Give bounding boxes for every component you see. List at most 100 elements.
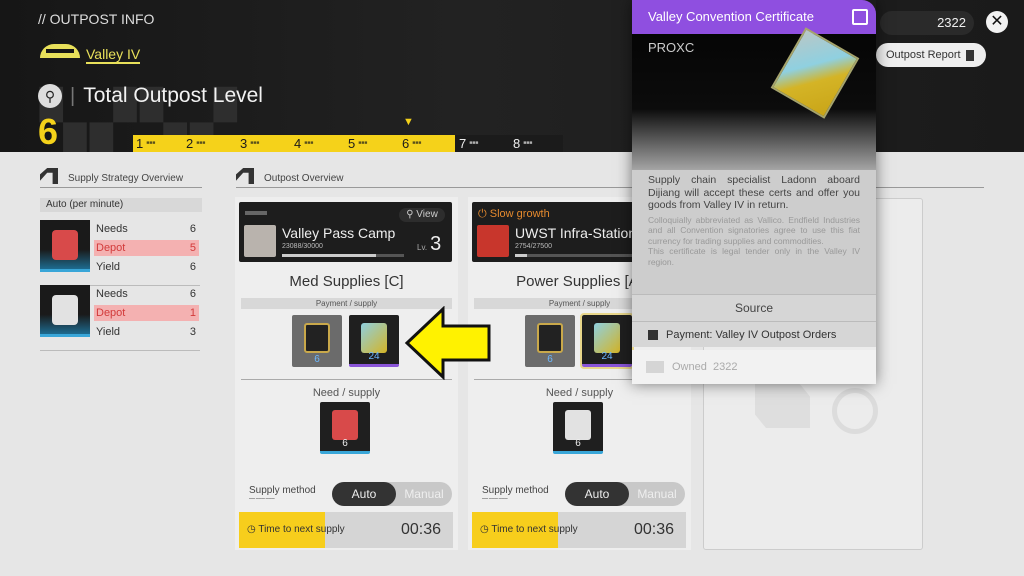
item-tooltip: Valley Convention Certificate PROXC Supp… bbox=[632, 0, 876, 384]
outpost-report-button[interactable]: Outpost Report bbox=[876, 43, 986, 67]
needs-label: Needs bbox=[96, 288, 128, 300]
need-item-qty: 6 bbox=[575, 438, 581, 449]
document-icon bbox=[965, 49, 974, 61]
level-value: 3 bbox=[430, 233, 442, 255]
auto-option[interactable]: Auto bbox=[565, 482, 629, 506]
timer-value: 00:36 bbox=[633, 521, 674, 538]
level-tick-8: 8 ■■■ bbox=[513, 136, 533, 151]
needs-label: Needs bbox=[96, 223, 128, 235]
current-level: 6 bbox=[38, 111, 59, 152]
needs-row: Needs 6 bbox=[94, 221, 199, 237]
certificate-item[interactable]: 24 bbox=[349, 315, 399, 367]
level-tick-label: 7 bbox=[459, 136, 467, 151]
supply-item-icon bbox=[52, 230, 78, 260]
supply-timer: ◷ Time to next supply 00:36 bbox=[472, 512, 686, 548]
level-tick-3: 3 ■■■ bbox=[240, 136, 260, 151]
supply-method-toggle[interactable]: Auto Manual bbox=[332, 482, 452, 506]
payment-icon bbox=[648, 330, 658, 341]
owned-label: Owned bbox=[672, 361, 707, 373]
need-item-icon bbox=[565, 410, 591, 440]
level-progress-bar: 1 ■■■ 2 ■■■ 3 ■■■ 4 ■■■ 5 ■■■ 6 ■■■ 7 ■■■ 8 ■■■ bbox=[133, 135, 563, 152]
timer-value: 00:36 bbox=[400, 521, 441, 538]
strategy-item[interactable]: Needs 6 Depot 1 Yield 3 bbox=[40, 285, 202, 351]
supply-strategy-header: Supply Strategy Overview bbox=[40, 168, 202, 188]
supply-method-toggle[interactable]: Auto Manual bbox=[565, 482, 685, 506]
level-tick-label: 1 bbox=[136, 136, 144, 151]
certificate-qty: 24 bbox=[601, 351, 613, 362]
view-button[interactable]: ⚲ View bbox=[399, 208, 445, 222]
need-label: Need / supply bbox=[545, 387, 614, 399]
supply-item-image bbox=[40, 285, 90, 337]
level-label: Lv. bbox=[417, 243, 428, 252]
payment-item-qty: 6 bbox=[314, 354, 320, 365]
level-tick-label: 8 bbox=[513, 136, 521, 151]
item-description: Supply chain specialist Ladonn aboard Di… bbox=[648, 174, 860, 211]
region-name: Valley IV bbox=[86, 46, 141, 64]
empty-slot-icon bbox=[755, 383, 810, 428]
payment-item[interactable]: 6 bbox=[525, 315, 575, 367]
region-logo-icon bbox=[40, 44, 80, 66]
owned-value: 2322 bbox=[712, 361, 738, 373]
need-item[interactable]: 6 bbox=[320, 402, 370, 454]
depot-row: Depot 5 bbox=[94, 240, 199, 256]
growth-status-label: Slow growth bbox=[489, 208, 550, 220]
supply-method-text: Supply method bbox=[482, 485, 549, 496]
certificate-icon bbox=[594, 323, 620, 353]
outpost-progress-fill bbox=[515, 254, 528, 257]
tooltip-body: Supply chain specialist Ladonn aboard Di… bbox=[632, 170, 876, 294]
outpost-header[interactable]: ⚲ View Lv. 3 Valley Pass Camp 23088/30000 bbox=[239, 202, 452, 262]
outpost-icon bbox=[236, 168, 254, 184]
level-tick-label: 6 bbox=[402, 136, 410, 151]
supply-method-label: Supply method ▬▬ ▬▬▬ ▬▬▬ bbox=[482, 485, 549, 500]
supply-item-image bbox=[40, 220, 90, 272]
yield-row: Yield 3 bbox=[94, 324, 199, 340]
needs-row: Needs 6 bbox=[94, 286, 199, 302]
outpost-progress-text: 2754/27500 bbox=[515, 243, 552, 250]
outpost-progress-bar bbox=[282, 254, 404, 257]
supply-item-icon bbox=[52, 295, 78, 325]
yield-value: 6 bbox=[189, 261, 196, 273]
timer-label-text: Time to next supply bbox=[258, 524, 345, 535]
level-tick-6: 6 ■■■ bbox=[402, 136, 422, 151]
outpost-level: Lv. 3 bbox=[417, 233, 441, 256]
auto-option[interactable]: Auto bbox=[332, 482, 396, 506]
need-item-qty: 6 bbox=[342, 438, 348, 449]
yield-value: 3 bbox=[189, 326, 196, 338]
strategy-item[interactable]: Needs 6 Depot 5 Yield 6 bbox=[40, 220, 202, 286]
title-row: ⚲ | Total Outpost Level bbox=[38, 84, 263, 108]
inspect-icon[interactable] bbox=[852, 9, 868, 25]
view-label: View bbox=[416, 209, 438, 220]
close-button[interactable]: ✕ bbox=[986, 11, 1008, 33]
depot-value: 5 bbox=[189, 242, 196, 254]
manual-option[interactable]: Manual bbox=[629, 482, 685, 506]
yield-label: Yield bbox=[96, 326, 121, 338]
source-header: Source bbox=[632, 294, 876, 321]
owned-count: Owned 2322 bbox=[632, 350, 876, 384]
item-lore-1: Colloquially abbreviated as Vallico. End… bbox=[648, 214, 860, 246]
goods-title: Med Supplies [C] bbox=[289, 273, 404, 290]
need-label: Need / supply bbox=[312, 387, 381, 399]
inventory-icon bbox=[646, 361, 664, 374]
need-item[interactable]: 6 bbox=[553, 402, 603, 454]
item-lore: Colloquially abbreviated as Vallico. End… bbox=[648, 215, 860, 268]
manual-option[interactable]: Manual bbox=[396, 482, 452, 506]
outpost-name: UWST Infra-Station bbox=[515, 225, 637, 241]
search-icon[interactable]: ⚲ bbox=[38, 84, 62, 108]
level-tick-7: 7 ■■■ bbox=[459, 136, 479, 151]
depot-label: Depot bbox=[96, 307, 126, 319]
page-title: Total Outpost Level bbox=[83, 84, 263, 107]
payment-item[interactable]: 6 bbox=[292, 315, 342, 367]
needs-value: 6 bbox=[189, 288, 196, 300]
level-tick-1: 1 ■■■ bbox=[136, 136, 156, 151]
certificate-item[interactable]: 24 bbox=[580, 313, 634, 369]
tooltip-title: Valley Convention Certificate bbox=[648, 9, 814, 24]
source-entry[interactable]: Payment: Valley IV Outpost Orders bbox=[632, 321, 876, 347]
depot-value: 1 bbox=[189, 307, 196, 319]
timer-label: ◷ Time to next supply bbox=[480, 524, 578, 535]
outpost-overview-title: Outpost Overview bbox=[264, 173, 344, 184]
locked-icon bbox=[832, 388, 878, 434]
outpost-report-label: Outpost Report bbox=[886, 49, 961, 61]
supply-method-text: Supply method bbox=[249, 485, 316, 496]
item-code: PROXC bbox=[648, 40, 695, 55]
payment-item-icon bbox=[304, 323, 330, 353]
